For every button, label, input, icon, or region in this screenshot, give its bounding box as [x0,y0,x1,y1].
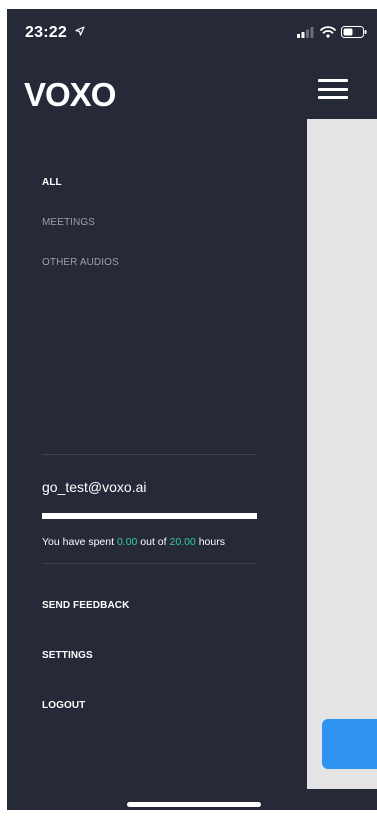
wifi-icon [320,25,336,43]
status-time: 23:22 [25,24,85,42]
hamburger-menu-icon[interactable] [315,77,351,101]
status-icons [297,25,367,43]
battery-icon [341,25,367,43]
status-bar: 23:22 [7,9,377,53]
user-email: go_test@voxo.ai [42,479,147,495]
usage-prefix: You have spent [42,536,115,548]
usage-total: 20.00 [169,536,196,548]
usage-middle: out of [140,536,167,548]
usage-progress-fill [42,513,257,519]
divider [42,563,257,564]
filter-all[interactable]: ALL [42,177,62,188]
cellular-signal-icon [297,25,315,43]
usage-suffix: hours [198,536,225,548]
send-feedback-button[interactable]: SEND FEEDBACK [42,600,129,611]
usage-spent: 0.00 [116,536,138,548]
primary-action-button[interactable] [322,719,377,769]
home-indicator[interactable] [127,802,261,807]
filter-other-audios[interactable]: OTHER AUDIOS [42,257,119,268]
location-arrow-icon [74,26,85,39]
main-content-peek [307,119,377,789]
filter-meetings[interactable]: MEETINGS [42,217,95,228]
usage-progress-bar [42,513,257,519]
usage-summary: You have spent 0.00 out of 20.00 hours [42,536,225,548]
settings-button[interactable]: SETTINGS [42,650,93,661]
menu-line [318,87,348,91]
divider [42,454,257,455]
logout-button[interactable]: LOGOUT [42,700,85,711]
menu-line [318,96,348,99]
app-logo: VOXO [24,76,116,113]
menu-line [318,79,348,82]
time-label: 23:22 [25,24,67,41]
phone-screen: 23:22 VOXO ALL MEETINGS OTHER AUDIOS go_… [7,9,377,810]
